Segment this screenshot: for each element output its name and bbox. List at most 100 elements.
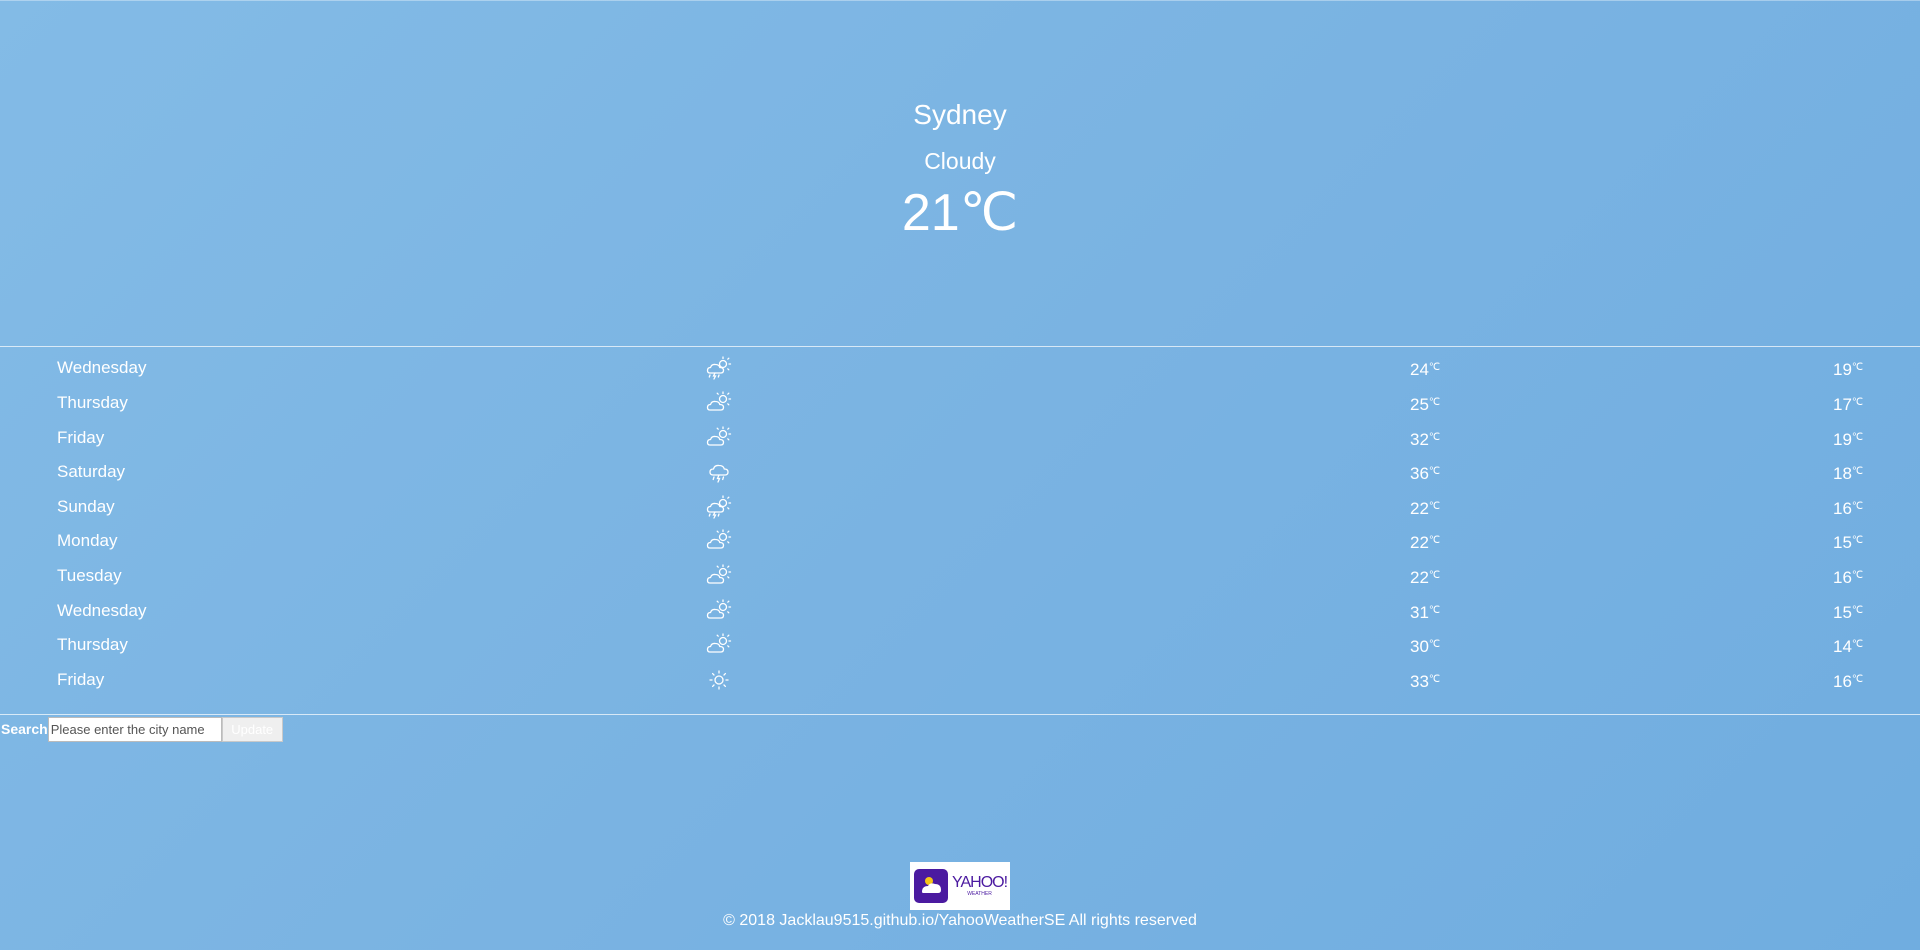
forecast-high-value: 22 [1410,533,1429,552]
search-bar: Search Update [0,717,283,742]
forecast-row: Sunday 22℃ 16℃ [0,490,1920,524]
update-button[interactable]: Update [221,717,283,742]
forecast-row: Tuesday 22℃ 16℃ [0,559,1920,593]
forecast-low-unit: ℃ [1851,432,1864,443]
yahoo-weather-logo: YAHOO! WEATHER [910,862,1010,910]
forecast-high-value: 33 [1410,672,1429,691]
forecast-high: 22℃ [1410,490,1440,526]
current-temperature-value: 21 [901,184,960,242]
forecast-low: 18℃ [1833,455,1863,491]
forecast-low: 19℃ [1833,421,1863,457]
logo-text: YAHOO! [952,874,1008,891]
forecast-high-unit: ℃ [1428,362,1441,373]
forecast-low: 15℃ [1833,524,1863,560]
logo-subtext: WEATHER [967,891,992,897]
forecast-low-value: 15 [1833,533,1852,552]
current-condition: Cloudy [924,148,996,174]
forecast-low: 16℃ [1833,490,1863,526]
forecast-high: 24℃ [1410,351,1440,387]
forecast-row: Friday 32℃ 19℃ [0,421,1920,455]
forecast-low-unit: ℃ [1851,639,1864,650]
forecast-high-value: 32 [1410,430,1429,449]
forecast-day: Monday [57,531,118,550]
partly-cloudy-icon [706,426,732,450]
partly-cloudy-icon [706,529,732,553]
forecast-row: Thursday 25℃ 17℃ [0,386,1920,420]
forecast-low-value: 16 [1833,568,1852,587]
forecast-low-value: 16 [1833,499,1852,518]
forecast-high-unit: ℃ [1428,432,1441,443]
forecast-low: 17℃ [1833,386,1863,422]
forecast-high-unit: ℃ [1428,674,1441,685]
forecast-low-value: 19 [1833,360,1852,379]
forecast-high-value: 24 [1410,360,1429,379]
forecast-low-unit: ℃ [1851,466,1864,477]
forecast-high: 32℃ [1410,421,1440,457]
forecast-list: Wednesday 24℃ 19℃ Thursday 25℃ 17℃ Friday 32℃ 19… [0,346,1920,715]
forecast-low-unit: ℃ [1851,535,1864,546]
forecast-day: Sunday [57,497,115,516]
forecast-high-unit: ℃ [1428,397,1441,408]
current-temperature-unit: ℃ [959,184,1019,242]
forecast-low: 16℃ [1833,663,1863,699]
forecast-low: 16℃ [1833,559,1863,595]
forecast-low-unit: ℃ [1851,362,1864,373]
forecast-row: Thursday 30℃ 14℃ [0,628,1920,662]
forecast-low-unit: ℃ [1851,501,1864,512]
partly-cloudy-icon [706,391,732,415]
forecast-high-unit: ℃ [1428,466,1441,477]
yahoo-weather-app-icon [914,869,948,903]
forecast-low-value: 17 [1833,395,1852,414]
forecast-high-value: 30 [1410,637,1429,656]
top-divider [0,0,1920,1]
partly-cloudy-icon [706,564,732,588]
forecast-low-value: 16 [1833,672,1852,691]
forecast-high: 22℃ [1410,559,1440,595]
forecast-high-value: 25 [1410,395,1429,414]
search-label: Search [1,721,48,737]
forecast-row: Saturday 36℃ 18℃ [0,455,1920,489]
forecast-high: 22℃ [1410,524,1440,560]
partly-cloudy-icon [706,633,732,657]
forecast-day: Saturday [57,462,126,481]
forecast-high-unit: ℃ [1428,605,1441,616]
forecast-day: Friday [57,428,105,447]
yahoo-weather-wordmark: YAHOO! WEATHER [952,874,1008,897]
copyright-text: © 2018 Jacklau9515.github.io/YahooWeathe… [723,912,1197,929]
forecast-day: Thursday [57,635,128,654]
thunder-shower-icon [706,495,732,519]
forecast-high: 36℃ [1410,455,1440,491]
forecast-day: Friday [57,670,105,689]
forecast-row: Friday 33℃ 16℃ [0,663,1920,697]
sunny-icon [706,668,732,692]
forecast-day: Tuesday [57,566,122,585]
forecast-row: Monday 22℃ 15℃ [0,524,1920,558]
search-input[interactable] [47,717,222,742]
city-name: Sydney [913,99,1007,130]
forecast-row: Wednesday 24℃ 19℃ [0,351,1920,385]
forecast-low-unit: ℃ [1851,570,1864,581]
forecast-low-value: 19 [1833,430,1852,449]
forecast-row: Wednesday 31℃ 15℃ [0,594,1920,628]
forecast-high-value: 22 [1410,568,1429,587]
forecast-low-value: 15 [1833,603,1852,622]
forecast-high-unit: ℃ [1428,501,1441,512]
forecast-high-unit: ℃ [1428,535,1441,546]
forecast-high-value: 36 [1410,464,1429,483]
forecast-day: Thursday [57,393,128,412]
current-temperature: 21℃ [0,183,1920,243]
forecast-low-value: 14 [1833,637,1852,656]
thunderstorm-icon [706,460,732,484]
forecast-high: 31℃ [1410,594,1440,630]
forecast-high-unit: ℃ [1428,639,1441,650]
forecast-low: 15℃ [1833,594,1863,630]
forecast-low: 14℃ [1833,628,1863,664]
forecast-low-unit: ℃ [1851,397,1864,408]
thunder-shower-icon [706,356,732,380]
forecast-high: 25℃ [1410,386,1440,422]
forecast-high-value: 22 [1410,499,1429,518]
forecast-high: 33℃ [1410,663,1440,699]
forecast-low-unit: ℃ [1851,674,1864,685]
forecast-low: 19℃ [1833,351,1863,387]
forecast-day: Wednesday [57,358,147,377]
